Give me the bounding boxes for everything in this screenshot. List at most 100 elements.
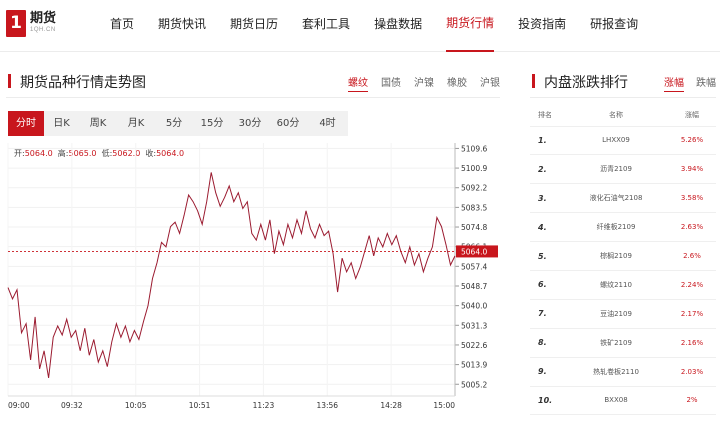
nav-item-1[interactable]: 期货快讯 <box>158 0 206 52</box>
nav-item-3[interactable]: 套利工具 <box>302 0 350 52</box>
nav-item-2[interactable]: 期货日历 <box>230 0 278 52</box>
x-tick-label: 15:00 <box>433 401 455 410</box>
period-button-6[interactable]: 30分 <box>231 111 269 136</box>
trend-title-bar: 期货品种行情走势图 螺纹 国债 沪镍 橡胶 沪银 <box>6 72 506 92</box>
nav-item-0[interactable]: 首页 <box>110 0 134 52</box>
ranking-title: 内盘涨跌排行 <box>544 75 628 91</box>
nav-item-7[interactable]: 研报查询 <box>590 0 638 52</box>
header-rank: 排名 <box>530 104 564 127</box>
trend-title: 期货品种行情走势图 <box>20 75 146 91</box>
period-selector: 分时 日K 周K 月K 5分 15分 30分 60分 4时 <box>8 111 348 136</box>
period-button-2[interactable]: 周K <box>79 111 117 136</box>
table-row[interactable]: 7. 豆油2109 2.17% <box>530 299 716 329</box>
site-header: 1 期货 1QH.CN 首页 期货快讯 期货日历 套利工具 操盘数据 期货行情 投资指南 研报… <box>0 0 720 52</box>
rank-cell: 6. <box>530 270 564 300</box>
site-logo[interactable]: 1 期货 1QH.CN <box>6 10 56 37</box>
variety-tab-1[interactable]: 国债 <box>381 74 401 92</box>
change-cell: 3.58% <box>668 183 716 214</box>
period-button-1[interactable]: 日K <box>44 111 79 136</box>
table-row[interactable]: 10. BXX08 2% <box>530 386 716 416</box>
nav-item-4[interactable]: 操盘数据 <box>374 0 422 52</box>
y-tick-label: 5005.2 <box>461 380 487 389</box>
name-cell[interactable]: 棕榈2109 <box>564 241 668 271</box>
rank-cell: 7. <box>530 299 564 329</box>
y-tick-label: 5109.6 <box>461 144 487 153</box>
y-tick-label: 5022.6 <box>461 341 487 350</box>
table-row[interactable]: 4. 纤维板2109 2.63% <box>530 212 716 243</box>
x-tick-label: 09:00 <box>8 401 30 410</box>
variety-tabs: 螺纹 国债 沪镍 橡胶 沪银 <box>335 74 500 92</box>
table-row[interactable]: 9. 热轧卷板2110 2.03% <box>530 357 716 387</box>
x-tick-label: 10:05 <box>125 401 147 410</box>
change-cell: 2.16% <box>668 328 716 358</box>
change-cell: 2.24% <box>668 270 716 300</box>
table-row[interactable]: 3. 液化石油气2108 3.58% <box>530 183 716 214</box>
change-cell: 2.17% <box>668 299 716 329</box>
logo-mark: 1 <box>6 10 26 37</box>
header-name: 名称 <box>564 104 668 127</box>
change-cell: 2.6% <box>668 241 716 271</box>
table-row[interactable]: 2. 沥青2109 3.94% <box>530 154 716 185</box>
variety-tab-0[interactable]: 螺纹 <box>348 74 368 92</box>
name-cell[interactable]: 铁矿2109 <box>564 328 668 358</box>
y-tick-label: 5031.3 <box>461 321 487 330</box>
variety-tab-3[interactable]: 橡胶 <box>447 74 467 92</box>
x-tick-label: 11:23 <box>253 401 275 410</box>
change-cell: 2.63% <box>668 212 716 243</box>
nav-item-6[interactable]: 投资指南 <box>518 0 566 52</box>
name-cell[interactable]: 螺纹2110 <box>564 270 668 300</box>
name-cell[interactable]: 纤维板2109 <box>564 212 668 243</box>
nav-item-5[interactable]: 期货行情 <box>446 0 495 52</box>
rank-cell: 8. <box>530 328 564 358</box>
y-tick-label: 5092.2 <box>461 184 487 193</box>
table-row[interactable]: 6. 螺纹2110 2.24% <box>530 270 716 300</box>
x-tick-label: 13:56 <box>316 401 338 410</box>
name-cell[interactable]: BXX08 <box>564 386 668 416</box>
main-nav: 首页 期货快讯 期货日历 套利工具 操盘数据 期货行情 投资指南 研报查询 <box>110 0 662 52</box>
name-cell[interactable]: 液化石油气2108 <box>564 183 668 214</box>
name-cell[interactable]: 热轧卷板2110 <box>564 357 668 387</box>
ranking-table: 排名 名称 涨幅 1. LHXX09 5.26% 2. 沥青2109 3.94% 3. 液化石… <box>530 104 716 416</box>
ranking-title-bar: 内盘涨跌排行 涨幅 跌幅 <box>530 72 720 92</box>
variety-tab-4[interactable]: 沪银 <box>480 74 500 92</box>
ranking-tab-1[interactable]: 跌幅 <box>696 74 716 92</box>
y-tick-label: 5083.5 <box>461 203 487 212</box>
title-marker <box>8 74 11 88</box>
y-tick-label: 5100.9 <box>461 164 487 173</box>
name-cell[interactable]: 豆油2109 <box>564 299 668 329</box>
change-cell: 3.94% <box>668 154 716 185</box>
period-button-5[interactable]: 15分 <box>193 111 231 136</box>
table-row[interactable]: 5. 棕榈2109 2.6% <box>530 241 716 271</box>
x-tick-label: 10:51 <box>189 401 211 410</box>
table-row[interactable]: 8. 铁矿2109 2.16% <box>530 328 716 358</box>
ranking-tab-0[interactable]: 涨幅 <box>664 74 684 92</box>
y-tick-label: 5074.8 <box>461 223 487 232</box>
period-button-0[interactable]: 分时 <box>8 111 44 136</box>
change-cell: 2.03% <box>668 357 716 387</box>
period-button-8[interactable]: 4时 <box>307 111 348 136</box>
title-marker <box>532 74 535 88</box>
logo-name: 期货 <box>30 11 57 26</box>
y-tick-label: 5057.4 <box>461 262 487 271</box>
ranking-tabs: 涨幅 跌幅 <box>652 74 716 92</box>
rank-cell: 3. <box>530 183 564 214</box>
name-cell[interactable]: 沥青2109 <box>564 154 668 185</box>
change-cell: 5.26% <box>668 126 716 156</box>
variety-tab-2[interactable]: 沪镍 <box>414 74 434 92</box>
price-line <box>7 172 456 378</box>
divider <box>530 97 716 98</box>
table-row[interactable]: 1. LHXX09 5.26% <box>530 126 716 156</box>
header-change: 涨幅 <box>668 104 716 127</box>
period-button-3[interactable]: 月K <box>117 111 155 136</box>
period-button-4[interactable]: 5分 <box>155 111 193 136</box>
rank-cell: 4. <box>530 212 564 243</box>
x-tick-label: 09:32 <box>61 401 83 410</box>
period-button-7[interactable]: 60分 <box>269 111 307 136</box>
y-tick-label: 5048.7 <box>461 282 487 291</box>
price-chart[interactable]: 5109.65100.95092.25083.55074.85066.15057… <box>0 140 500 429</box>
x-tick-label: 14:28 <box>380 401 402 410</box>
rank-cell: 1. <box>530 126 564 156</box>
y-tick-label: 5013.9 <box>461 361 487 370</box>
name-cell[interactable]: LHXX09 <box>564 126 668 156</box>
rank-cell: 2. <box>530 154 564 185</box>
